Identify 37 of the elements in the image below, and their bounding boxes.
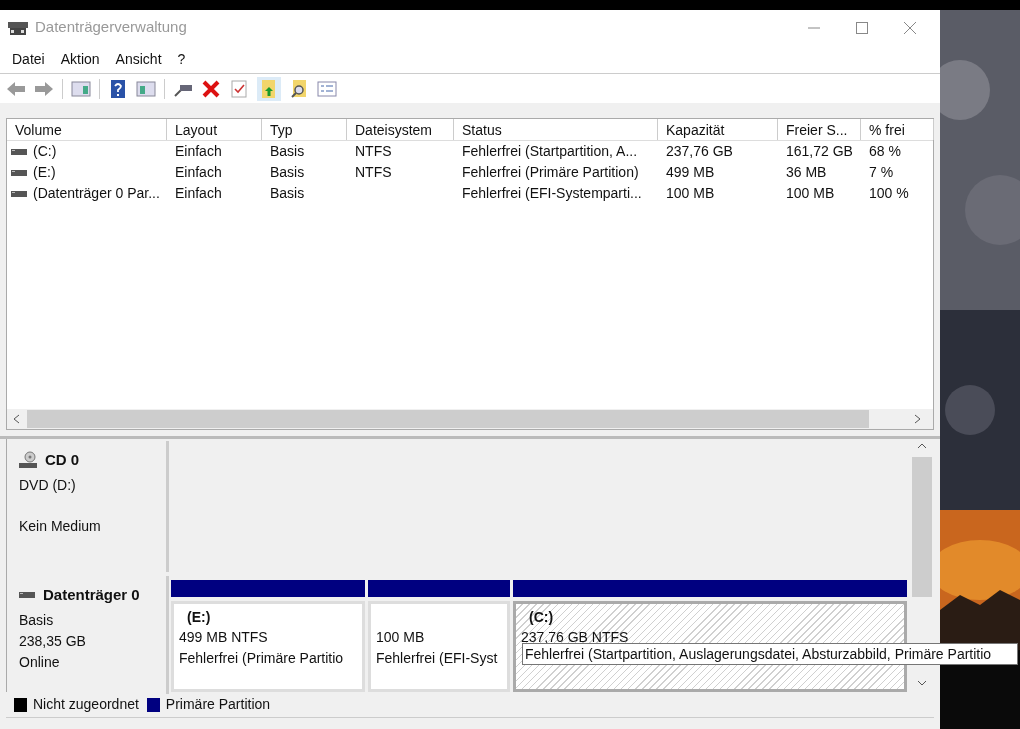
table-cell-text: 100 % [869,184,909,203]
table-cell-text: 237,76 GB [666,142,733,161]
disk-name: CD 0 [45,450,80,470]
disk-name: Datenträger 0 [43,585,140,605]
table-cell-text: Basis [270,142,305,161]
window-title: Datenträgerverwaltung [35,17,187,38]
disk-type: Basis [19,610,55,630]
table-cell-text: 161,72 GB [786,142,853,161]
table-cell-text: 499 MB [666,163,715,182]
disk-type: DVD (D:) [19,475,77,495]
table-cell-text: Fehlerfrei (Startpartition, A... [462,142,638,161]
table-cell-text: 36 MB [786,163,827,182]
tooltip: Fehlerfrei (Startpartition, Auslagerungsdatei, Absturzabbild, Primäre Partitio [522,643,1018,665]
partition-name: (C:) [528,608,555,627]
table-cell-text: NTFS [355,163,392,182]
table-cell-text: NTFS [355,142,392,161]
table-cell-text: Einfach [175,142,222,161]
table-cell-text: 100 MB [786,184,835,203]
table-cell-text: 68 % [869,142,901,161]
disk-status: Kein Medium [19,516,102,536]
table-cell-text: Einfach [175,184,222,203]
table-cell-text: Einfach [175,163,222,182]
disk-size: 238,35 GB [19,631,87,651]
table-cell-text: 100 MB [666,184,715,203]
legend-label: Primäre Partition [165,695,271,714]
partition-status: Fehlerfrei (EFI-Syst [376,649,499,668]
table-cell-text: 7 % [869,163,894,182]
table-cell-text: Basis [270,184,305,203]
partition-name: (E:) [186,608,212,627]
partition-status: Fehlerfrei (Primäre Partitio [179,649,345,668]
table-cell-text: Fehlerfrei (EFI-Systemparti... [462,184,642,203]
legend-label: Nicht zugeordnet [33,695,139,714]
table-cell-text: Fehlerfrei (Primäre Partition) [462,163,639,182]
partition-size: 100 MB [376,628,426,647]
table-cell-text: Basis [270,163,305,182]
partition-size: 499 MB NTFS [179,628,269,647]
disk-status: Online [19,652,61,672]
